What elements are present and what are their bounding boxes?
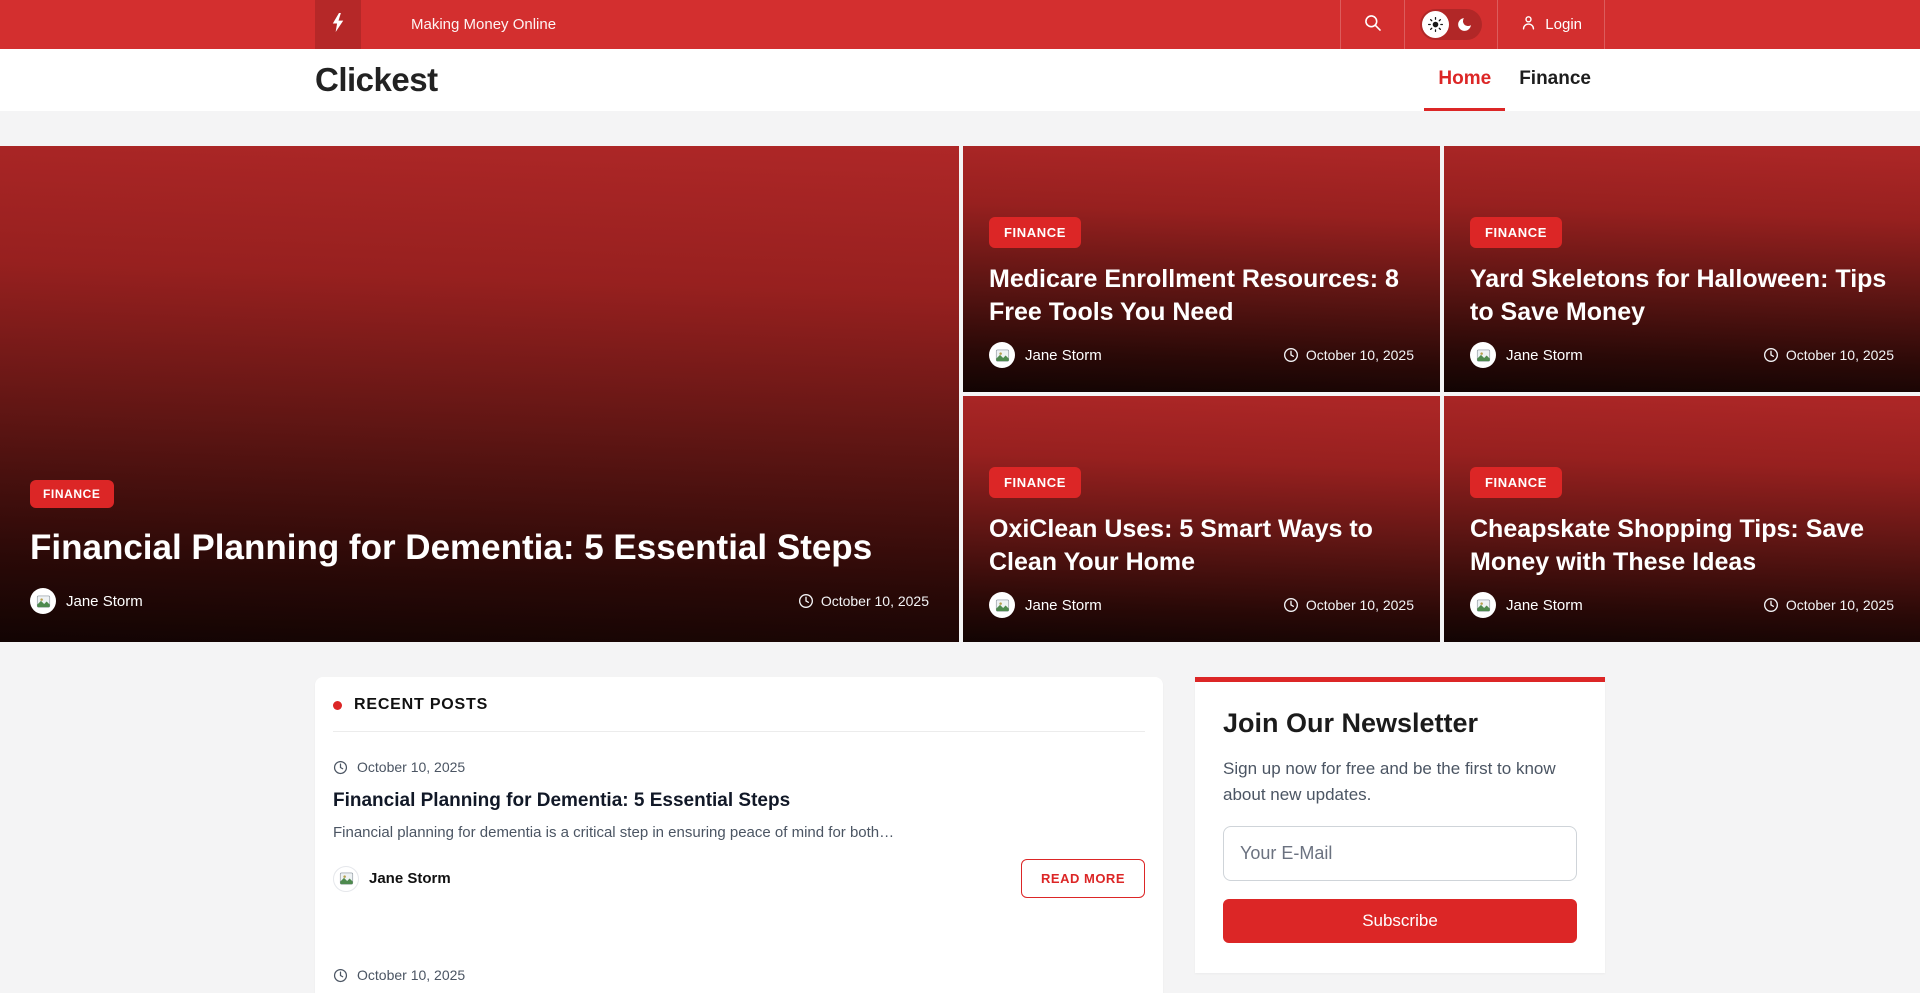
red-dot-icon — [333, 701, 342, 710]
clock-icon — [1763, 597, 1779, 613]
email-input[interactable] — [1223, 826, 1577, 881]
author-avatar — [989, 342, 1015, 368]
author-avatar — [1470, 342, 1496, 368]
clock-icon — [333, 968, 348, 983]
post-date: October 10, 2025 — [798, 593, 929, 609]
category-badge[interactable]: FINANCE — [989, 217, 1081, 248]
author-name: Jane Storm — [66, 593, 143, 610]
recent-posts-header: RECENT POSTS — [333, 677, 1145, 732]
hero-post-grid: FINANCE Financial Planning for Dementia:… — [0, 146, 1920, 642]
search-button[interactable] — [1340, 0, 1404, 49]
post-title[interactable]: Yard Skeletons for Halloween: Tips to Sa… — [1470, 263, 1894, 329]
author-name: Jane Storm — [1506, 597, 1583, 614]
post-title[interactable]: Financial Planning for Dementia: 5 Essen… — [333, 790, 1145, 812]
theme-toggle[interactable] — [1420, 9, 1482, 40]
category-badge[interactable]: FINANCE — [1470, 217, 1562, 248]
post-list-item: October 10, 2025 Medicare Enrollment Res… — [333, 940, 1145, 993]
post-title[interactable]: Cheapskate Shopping Tips: Save Money wit… — [1470, 513, 1894, 579]
post-author[interactable]: Jane Storm — [30, 588, 143, 614]
post-author[interactable]: Jane Storm — [1470, 592, 1583, 618]
login-button[interactable]: Login — [1497, 0, 1605, 49]
clock-icon — [333, 760, 348, 775]
newsletter-widget: Join Our Newsletter Sign up now for free… — [1195, 677, 1605, 973]
post-date: October 10, 2025 — [1283, 347, 1414, 363]
site-tagline: Making Money Online — [411, 16, 556, 33]
post-date: October 10, 2025 — [1763, 347, 1894, 363]
secondary-post-card[interactable]: FINANCE Medicare Enrollment Resources: 8… — [963, 146, 1440, 392]
post-date: October 10, 2025 — [333, 759, 1145, 775]
post-author[interactable]: Jane Storm — [1470, 342, 1583, 368]
lightning-icon — [332, 13, 345, 37]
newsletter-description: Sign up now for free and be the first to… — [1223, 756, 1577, 809]
light-mode-sun-icon[interactable] — [1422, 11, 1449, 38]
author-avatar — [30, 588, 56, 614]
main-nav: Home Finance — [1424, 49, 1605, 111]
clock-icon — [1763, 347, 1779, 363]
post-title[interactable]: Medicare Enrollment Resources: 8 Free To… — [989, 263, 1414, 329]
author-avatar — [1470, 592, 1496, 618]
subscribe-button[interactable]: Subscribe — [1223, 899, 1577, 943]
post-title[interactable]: OxiClean Uses: 5 Smart Ways to Clean You… — [989, 513, 1414, 579]
post-date: October 10, 2025 — [333, 967, 1145, 983]
dark-mode-moon-icon[interactable] — [1456, 16, 1473, 33]
secondary-post-card[interactable]: FINANCE OxiClean Uses: 5 Smart Ways to C… — [963, 396, 1440, 642]
recent-posts-section: RECENT POSTS October 10, 2025 Financial … — [315, 677, 1163, 993]
read-more-button[interactable]: READ MORE — [1021, 859, 1145, 898]
category-badge[interactable]: FINANCE — [1470, 467, 1562, 498]
clock-icon — [798, 593, 814, 609]
post-author[interactable]: Jane Storm — [989, 342, 1102, 368]
login-label: Login — [1545, 16, 1582, 33]
top-bar: Making Money Online — [0, 0, 1920, 49]
author-avatar — [333, 866, 359, 892]
bolt-icon-box — [315, 0, 361, 49]
newsletter-title: Join Our Newsletter — [1223, 708, 1577, 739]
clock-icon — [1283, 347, 1299, 363]
post-date: October 10, 2025 — [1283, 597, 1414, 613]
site-header: Clickest Home Finance — [0, 49, 1920, 111]
author-name: Jane Storm — [1506, 347, 1583, 364]
nav-item-home[interactable]: Home — [1424, 49, 1505, 111]
author-name: Jane Storm — [1025, 597, 1102, 614]
nav-item-finance[interactable]: Finance — [1505, 49, 1605, 111]
post-excerpt: Financial planning for dementia is a cri… — [333, 824, 1145, 841]
author-avatar — [989, 592, 1015, 618]
theme-toggle-section — [1404, 0, 1497, 49]
post-list-item: October 10, 2025 Financial Planning for … — [333, 732, 1145, 940]
featured-post-card[interactable]: FINANCE Financial Planning for Dementia:… — [0, 146, 959, 642]
recent-posts-title: RECENT POSTS — [354, 696, 488, 714]
clock-icon — [1283, 597, 1299, 613]
category-badge[interactable]: FINANCE — [30, 480, 114, 508]
category-badge[interactable]: FINANCE — [989, 467, 1081, 498]
post-date: October 10, 2025 — [1763, 597, 1894, 613]
secondary-post-card[interactable]: FINANCE Yard Skeletons for Halloween: Ti… — [1444, 146, 1920, 392]
post-author[interactable]: Jane Storm — [333, 866, 451, 892]
featured-post-title[interactable]: Financial Planning for Dementia: 5 Essen… — [30, 526, 929, 570]
search-icon — [1363, 13, 1382, 37]
secondary-post-card[interactable]: FINANCE Cheapskate Shopping Tips: Save M… — [1444, 396, 1920, 642]
author-name: Jane Storm — [1025, 347, 1102, 364]
site-logo[interactable]: Clickest — [315, 61, 438, 99]
author-name: Jane Storm — [369, 870, 451, 887]
user-icon — [1520, 14, 1537, 35]
post-author[interactable]: Jane Storm — [989, 592, 1102, 618]
